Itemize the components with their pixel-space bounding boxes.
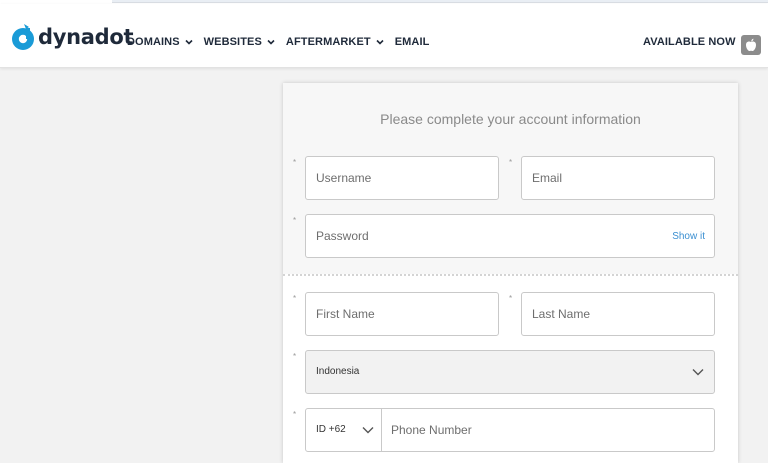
chevron-down-icon (376, 39, 384, 45)
country-value: Indonesia (316, 366, 360, 377)
main-nav: DOMAINS WEBSITES AFTERMARKET EMAIL (127, 36, 440, 48)
nav-websites-label: WEBSITES (203, 36, 262, 48)
password-field[interactable]: Show it (305, 214, 715, 258)
account-form-card: Please complete your account information… (283, 83, 738, 463)
username-input[interactable] (306, 157, 498, 199)
chevron-down-icon (362, 427, 374, 434)
nav-domains[interactable]: DOMAINS (127, 36, 193, 48)
last-name-input[interactable] (522, 293, 714, 335)
chevron-down-icon (185, 39, 193, 45)
username-field[interactable] (305, 156, 499, 200)
show-password-link[interactable]: Show it (672, 231, 705, 242)
site-header: dynadot DOMAINS WEBSITES AFTERMARKET EMA… (0, 4, 768, 68)
nav-domains-label: DOMAINS (127, 36, 180, 48)
logo-text: dynadot (38, 25, 134, 49)
browser-tab-edge (112, 0, 768, 3)
apple-app-button[interactable] (741, 35, 761, 55)
required-marker: * (293, 216, 297, 225)
email-input[interactable] (522, 157, 714, 199)
email-field[interactable] (521, 156, 715, 200)
chevron-down-icon (692, 369, 704, 376)
available-now-label[interactable]: AVAILABLE NOW (643, 36, 736, 48)
required-marker: * (293, 352, 297, 361)
phone-number-input[interactable] (382, 409, 715, 451)
password-input[interactable] (306, 215, 714, 257)
country-code-value: ID +62 (316, 424, 346, 435)
required-marker: * (293, 294, 297, 303)
nav-email[interactable]: EMAIL (395, 36, 430, 48)
nav-aftermarket[interactable]: AFTERMARKET (286, 36, 384, 48)
required-marker: * (509, 158, 513, 167)
nav-email-label: EMAIL (394, 36, 430, 48)
apple-icon (746, 38, 756, 51)
first-name-input[interactable] (306, 293, 498, 335)
country-code-select[interactable]: ID +62 (306, 409, 382, 451)
dynadot-logo[interactable]: dynadot (11, 24, 134, 50)
required-marker: * (509, 294, 513, 303)
phone-field: ID +62 (305, 408, 715, 452)
required-marker: * (293, 158, 297, 167)
form-title: Please complete your account information (380, 111, 641, 127)
country-select[interactable]: Indonesia (305, 350, 715, 394)
nav-websites[interactable]: WEBSITES (204, 36, 275, 48)
section-divider (283, 274, 738, 276)
nav-aftermarket-label: AFTERMARKET (285, 36, 371, 48)
first-name-field[interactable] (305, 292, 499, 336)
dynadot-logo-icon (12, 24, 34, 50)
last-name-field[interactable] (521, 292, 715, 336)
chevron-down-icon (267, 39, 275, 45)
required-marker: * (293, 410, 297, 419)
